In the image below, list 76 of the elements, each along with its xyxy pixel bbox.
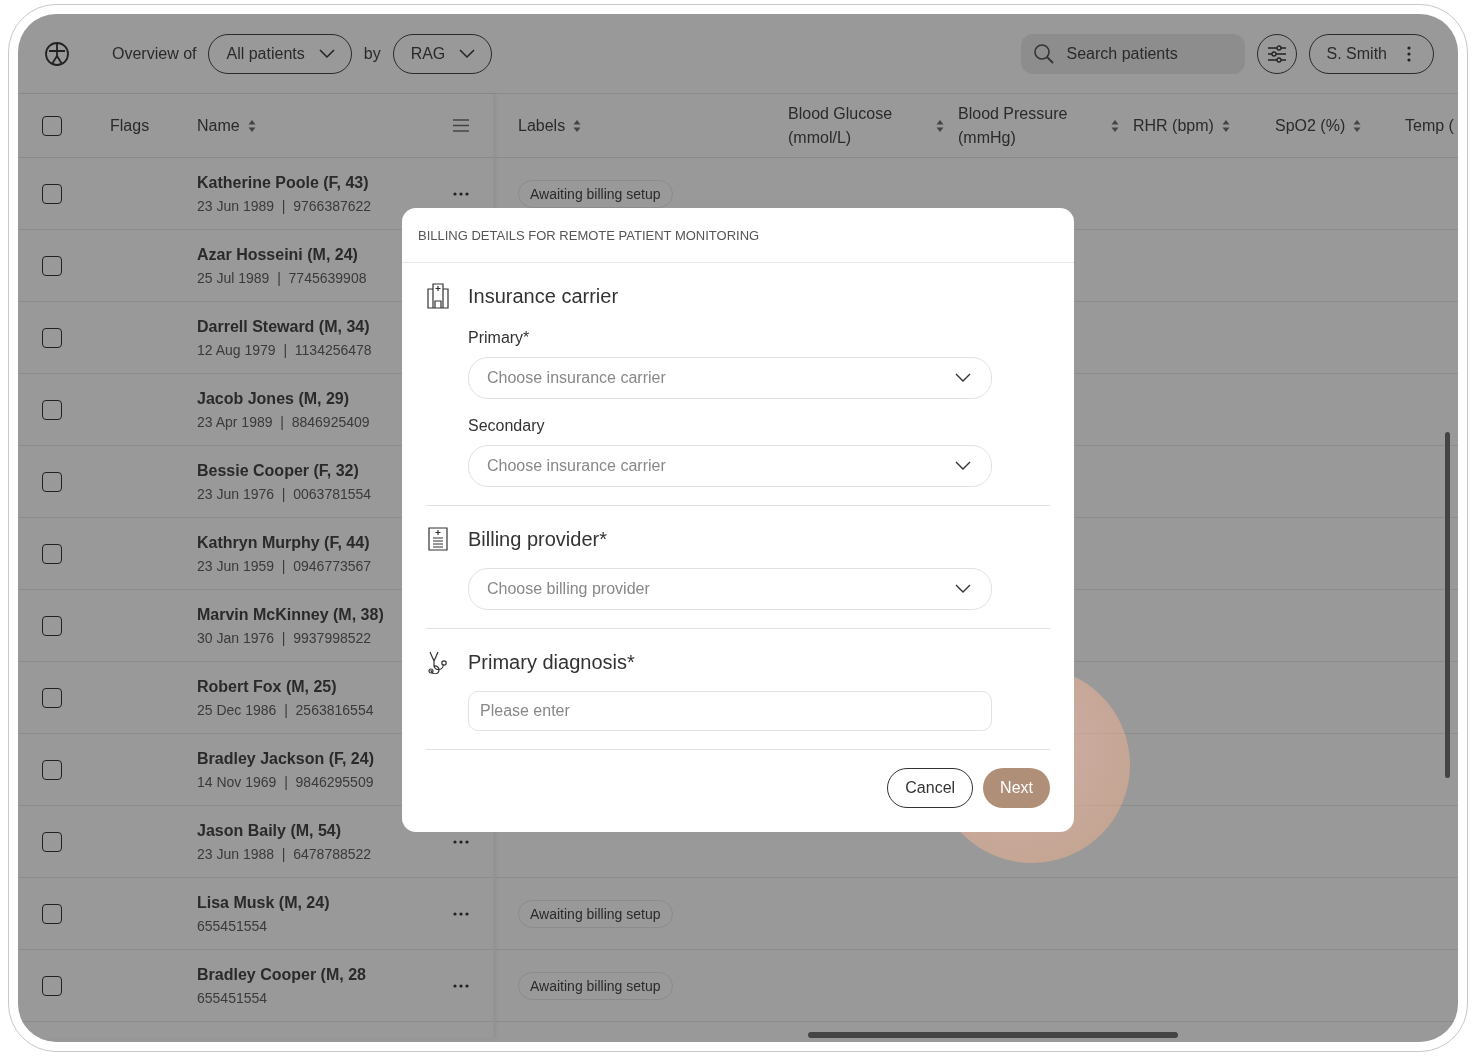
dropdown-field[interactable]: Choose insurance carrier	[468, 357, 992, 399]
chevron-down-icon	[459, 48, 476, 59]
section-title: Primary diagnosis*	[468, 650, 635, 674]
column-header[interactable]: Blood Glucose (mmol/L)	[788, 101, 958, 150]
patient-name[interactable]: Lisa Musk (M, 24)	[197, 893, 441, 912]
more-options-icon[interactable]	[453, 911, 469, 916]
select-all-checkbox[interactable]	[42, 115, 62, 136]
sort-icon	[247, 118, 256, 133]
row-checkbox[interactable]	[42, 327, 62, 348]
dropdown-field[interactable]: Choose insurance carrier	[468, 445, 992, 487]
row-checkbox[interactable]	[42, 399, 62, 420]
patient-details: 23 Jun 1988 | 6478788522	[197, 845, 373, 862]
chevron-down-icon	[955, 373, 971, 383]
scrollbar-thumb[interactable]	[1445, 432, 1450, 778]
patient-details: 23 Jun 1959 | 0946773567	[197, 557, 373, 574]
row-checkbox[interactable]	[42, 687, 62, 708]
column-header[interactable]: Name	[197, 116, 441, 135]
patient-details: 25 Dec 1986 | 2563816554	[197, 701, 375, 718]
more-options-icon[interactable]	[453, 191, 469, 196]
document-icon	[426, 527, 450, 551]
row-checkbox[interactable]	[42, 471, 62, 492]
chevron-down-icon	[955, 461, 971, 471]
sort-icon	[936, 118, 944, 133]
chevron-down-icon	[955, 584, 971, 594]
column-header[interactable]: SpO2 (%)	[1275, 113, 1405, 138]
patient-details: 23 Apr 1989 | 8846925409	[197, 413, 371, 430]
column-header[interactable]: Blood Pressure (mmHg)	[958, 101, 1133, 150]
dialog-title: BILLING DETAILS FOR REMOTE PATIENT MONITORING	[402, 208, 1074, 263]
logo-icon	[44, 40, 70, 67]
patient-details: 30 Jan 1976 | 9937998522	[197, 629, 373, 646]
section-title: Insurance carrier	[468, 284, 619, 308]
input-field[interactable]: Please enter	[468, 691, 992, 731]
row-checkbox[interactable]	[42, 183, 62, 204]
row-checkbox[interactable]	[42, 759, 62, 780]
patient-details: 655451554	[197, 989, 269, 1006]
by-label: by	[363, 44, 381, 63]
kebab-icon	[1407, 45, 1411, 62]
row-checkbox[interactable]	[42, 543, 62, 564]
more-options-icon[interactable]	[453, 983, 469, 988]
row-checkbox[interactable]	[42, 255, 62, 276]
sort-icon	[1353, 118, 1362, 133]
patient-name[interactable]: Bradley Cooper (M, 28	[197, 965, 441, 984]
sort-icon	[1111, 118, 1119, 133]
dropdown-field[interactable]: Choose billing provider	[468, 568, 992, 610]
sliders-icon	[1266, 44, 1287, 63]
search-input[interactable]: Search patients	[1066, 44, 1233, 63]
field-label: Secondary	[468, 417, 546, 435]
column-header[interactable]: RHR (bpm)	[1133, 113, 1275, 138]
column-header[interactable]: Flags	[110, 116, 197, 135]
search-icon	[1032, 42, 1055, 65]
row-checkbox[interactable]	[42, 831, 62, 852]
section-title: Billing provider*	[468, 527, 607, 551]
patient-details: 23 Jun 1989 | 9766387622	[197, 197, 373, 214]
row-checkbox[interactable]	[42, 975, 62, 996]
sort-icon	[1221, 118, 1230, 133]
patient-details: 12 Aug 1979 | 1134256478	[197, 341, 373, 358]
more-options-icon[interactable]	[453, 839, 469, 844]
column-header[interactable]: Labels	[518, 113, 788, 138]
patient-details: 14 Nov 1969 | 9846295509	[197, 773, 375, 790]
menu-icon[interactable]	[453, 119, 469, 132]
overview-label: Overview of	[112, 44, 197, 63]
field-label: Primary*	[468, 329, 531, 347]
patient-details: 23 Jun 1976 | 0063781554	[197, 485, 373, 502]
row-checkbox[interactable]	[42, 903, 62, 924]
search-bar[interactable]: Search patients	[1020, 33, 1245, 74]
cancel-button[interactable]: Cancel	[887, 768, 974, 808]
column-header[interactable]: Temp (	[1405, 113, 1458, 138]
row-checkbox[interactable]	[42, 615, 62, 636]
hospital-icon	[426, 283, 450, 309]
patient-details: 25 Jul 1989 | 7745639908	[197, 269, 368, 286]
sort-icon	[573, 118, 582, 133]
patient-name[interactable]: Katherine Poole (F, 43)	[197, 173, 441, 192]
chevron-down-icon	[318, 48, 335, 59]
stethoscope-icon	[426, 650, 450, 674]
scrollbar-thumb[interactable]	[808, 1032, 1178, 1038]
patient-details: 655451554	[197, 917, 269, 934]
